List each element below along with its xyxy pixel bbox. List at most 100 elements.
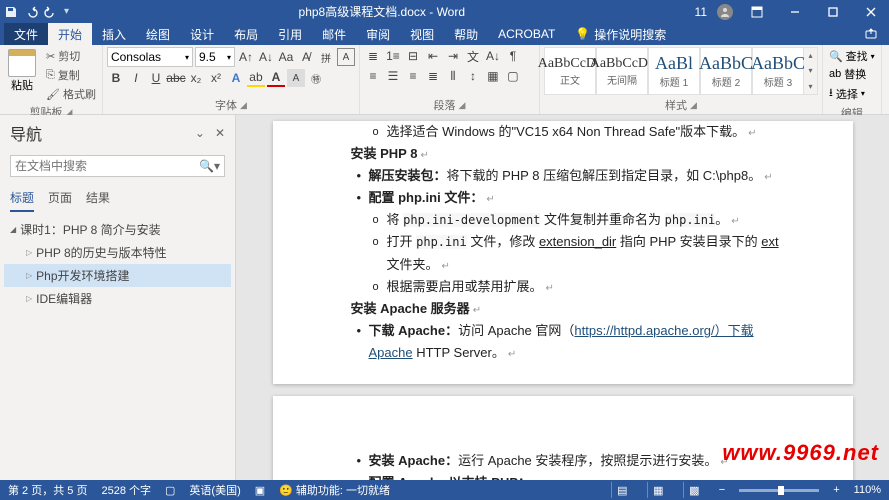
tab-view[interactable]: 视图 xyxy=(400,23,444,46)
nav-search-box[interactable]: 🔍▾ xyxy=(10,155,225,177)
status-spellcheck-icon[interactable]: ▢ xyxy=(165,484,175,497)
numbering-button[interactable]: 1≡ xyxy=(384,47,402,65)
style-heading2[interactable]: AaBbC标题 2 xyxy=(700,47,752,95)
ribbon-display-icon[interactable] xyxy=(743,0,771,23)
borders-button[interactable]: ▢ xyxy=(504,67,522,85)
align-left-button[interactable]: ≡ xyxy=(364,67,382,85)
document-area[interactable]: 选择适合 Windows 的"VC15 x64 Non Thread Safe"… xyxy=(236,115,889,480)
nav-tab-results[interactable]: 结果 xyxy=(86,185,110,212)
minimize-icon[interactable] xyxy=(781,0,809,23)
superscript-button[interactable]: x² xyxy=(207,69,225,87)
asian-layout-button[interactable]: 文 xyxy=(464,47,482,65)
tree-item-history[interactable]: PHP 8的历史与版本特性 xyxy=(4,241,231,264)
sort-button[interactable]: A↓ xyxy=(484,47,502,65)
justify-button[interactable]: ≣ xyxy=(424,67,442,85)
font-color-button[interactable]: A xyxy=(267,69,285,87)
status-macro-icon[interactable]: ▣ xyxy=(255,484,265,497)
copy-button[interactable]: ⎘复制 xyxy=(44,66,98,84)
align-right-button[interactable]: ≡ xyxy=(404,67,422,85)
replace-button[interactable]: ab替换 xyxy=(827,65,868,83)
zoom-in-button[interactable]: + xyxy=(833,484,839,496)
view-print-icon[interactable]: ▦ xyxy=(647,482,669,498)
styles-more-button[interactable]: ▴▾▾ xyxy=(804,47,818,95)
style-normal[interactable]: AaBbCcDc正文 xyxy=(544,47,596,95)
bullets-button[interactable]: ≣ xyxy=(364,47,382,65)
line-spacing-button[interactable]: ↕ xyxy=(464,67,482,85)
status-lang[interactable]: 英语(美国) xyxy=(189,482,240,498)
tab-references[interactable]: 引用 xyxy=(268,23,312,46)
view-read-icon[interactable]: ▤ xyxy=(611,482,633,498)
tab-layout[interactable]: 布局 xyxy=(224,23,268,46)
tab-home[interactable]: 开始 xyxy=(48,23,92,46)
search-icon[interactable]: 🔍▾ xyxy=(199,159,220,173)
highlight-button[interactable]: ab xyxy=(247,69,265,87)
redo-icon[interactable] xyxy=(44,5,58,19)
tab-insert[interactable]: 插入 xyxy=(92,23,136,46)
nav-dropdown-icon[interactable]: ⌄ xyxy=(195,126,205,140)
font-launcher-icon[interactable]: ◢ xyxy=(240,100,247,111)
shrink-font-button[interactable]: A↓ xyxy=(257,48,275,66)
group-styles: AaBbCcDc正文 AaBbCcDc无间隔 AaBl标题 1 AaBbC标题 … xyxy=(540,45,823,114)
increase-indent-button[interactable]: ⇥ xyxy=(444,47,462,65)
font-size-combo[interactable]: 9.5▾ xyxy=(195,47,235,67)
enclose-char-button[interactable]: ㊕ xyxy=(307,69,325,87)
paragraph-launcher-icon[interactable]: ◢ xyxy=(459,100,466,111)
format-painter-button[interactable]: 🖌格式刷 xyxy=(44,85,98,103)
maximize-icon[interactable] xyxy=(819,0,847,23)
paste-button[interactable]: 粘贴 xyxy=(4,47,40,93)
distributed-button[interactable]: ⫴ xyxy=(444,67,462,85)
nav-search-input[interactable] xyxy=(15,159,199,173)
tab-acrobat[interactable]: ACROBAT xyxy=(488,24,565,44)
multilevel-button[interactable]: ⊟ xyxy=(404,47,422,65)
status-words[interactable]: 2528 个字 xyxy=(101,482,151,498)
clear-format-button[interactable]: A̸ xyxy=(297,48,315,66)
align-center-button[interactable]: ☰ xyxy=(384,67,402,85)
pinyin-button[interactable]: 拼 xyxy=(317,48,335,66)
char-shading-button[interactable]: A xyxy=(287,69,305,87)
tab-review[interactable]: 审阅 xyxy=(356,23,400,46)
font-name-combo[interactable]: Consolas▾ xyxy=(107,47,193,67)
cut-button[interactable]: ✂剪切 xyxy=(44,47,98,65)
underline-button[interactable]: U xyxy=(147,69,165,87)
subscript-button[interactable]: x₂ xyxy=(187,69,205,87)
nav-tab-pages[interactable]: 页面 xyxy=(48,185,72,212)
bold-button[interactable]: B xyxy=(107,69,125,87)
zoom-slider[interactable] xyxy=(739,489,819,492)
char-border-button[interactable]: A xyxy=(337,48,355,66)
find-button[interactable]: 🔍查找▾ xyxy=(827,47,877,65)
show-marks-button[interactable]: ¶ xyxy=(504,47,522,65)
style-nospacing[interactable]: AaBbCcDc无间隔 xyxy=(596,47,648,95)
shading-button[interactable]: ▦ xyxy=(484,67,502,85)
tell-me-search[interactable]: 💡 操作说明搜索 xyxy=(575,26,666,43)
text-effects-button[interactable]: A xyxy=(227,69,245,87)
status-page[interactable]: 第 2 页，共 5 页 xyxy=(8,482,87,498)
tab-file[interactable]: 文件 xyxy=(4,23,48,46)
grow-font-button[interactable]: A↑ xyxy=(237,48,255,66)
italic-button[interactable]: I xyxy=(127,69,145,87)
style-heading1[interactable]: AaBl标题 1 xyxy=(648,47,700,95)
save-icon[interactable] xyxy=(4,5,18,19)
zoom-out-button[interactable]: − xyxy=(719,484,725,496)
tree-item-ide[interactable]: IDE编辑器 xyxy=(4,287,231,310)
nav-close-icon[interactable]: ✕ xyxy=(215,126,225,140)
styles-launcher-icon[interactable]: ◢ xyxy=(690,100,697,111)
status-accessibility[interactable]: 🙂 辅助功能: 一切就绪 xyxy=(279,482,390,498)
zoom-level[interactable]: 110% xyxy=(854,484,881,496)
user-avatar-icon[interactable] xyxy=(717,4,733,20)
tab-draw[interactable]: 绘图 xyxy=(136,23,180,46)
close-icon[interactable] xyxy=(857,0,885,23)
tree-item-lesson1[interactable]: 课时1：PHP 8 简介与安装 xyxy=(4,218,231,241)
style-heading3[interactable]: AaBbC标题 3 xyxy=(752,47,804,95)
share-icon[interactable] xyxy=(857,23,885,46)
tree-item-devenv[interactable]: Php开发环境搭建 xyxy=(4,264,231,287)
nav-tab-headings[interactable]: 标题 xyxy=(10,185,34,212)
undo-icon[interactable] xyxy=(24,5,38,19)
select-button[interactable]: ⭳选择▾ xyxy=(827,83,867,104)
strike-button[interactable]: abc xyxy=(167,69,185,87)
change-case-button[interactable]: Aa xyxy=(277,48,295,66)
tab-mail[interactable]: 邮件 xyxy=(312,23,356,46)
view-web-icon[interactable]: ▩ xyxy=(683,482,705,498)
tab-design[interactable]: 设计 xyxy=(180,23,224,46)
decrease-indent-button[interactable]: ⇤ xyxy=(424,47,442,65)
tab-help[interactable]: 帮助 xyxy=(444,23,488,46)
